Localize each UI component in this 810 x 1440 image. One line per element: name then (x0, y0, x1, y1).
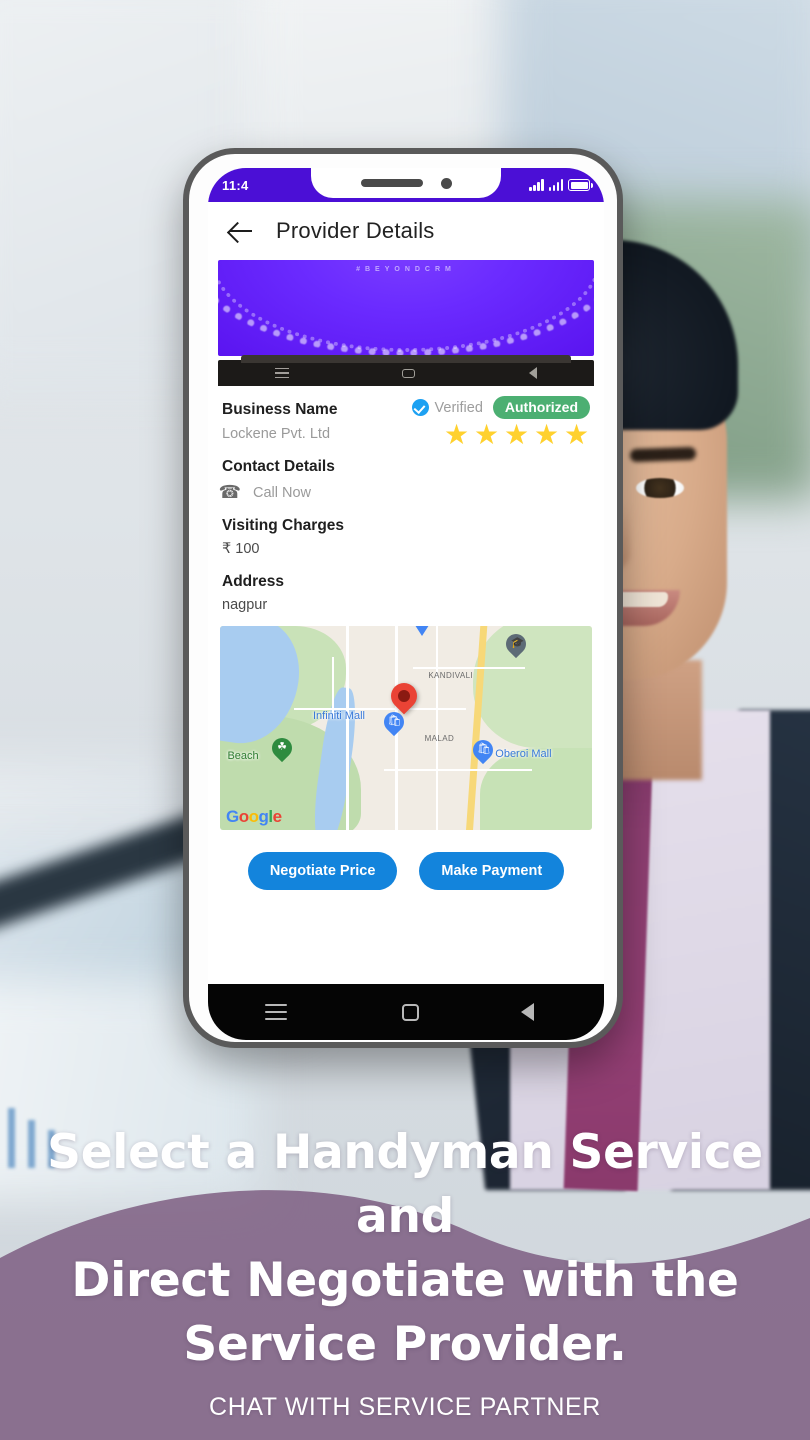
map-area-label: MALAD (424, 734, 455, 744)
map-road (331, 656, 334, 718)
star-icon: ★ (504, 419, 530, 450)
phone-mockup: 11:4 Provider Details #BEYONDCRM Busines… (183, 148, 623, 1048)
map-road (383, 768, 533, 771)
map-park-label: Beach (227, 750, 259, 763)
phone-notch (311, 168, 501, 198)
map-road (346, 626, 350, 830)
eye (636, 478, 684, 498)
home-square-icon[interactable] (401, 1003, 419, 1021)
map-poi-label: Infiniti Mall (313, 709, 365, 722)
google-logo: Google (226, 807, 282, 826)
action-buttons: Negotiate Price Make Payment (208, 830, 604, 906)
contact-details-label: Contact Details (222, 458, 335, 475)
status-bar-indicators (529, 179, 593, 191)
front-camera (440, 177, 452, 189)
phone-icon: ☎ (218, 482, 241, 502)
verified-check-icon (411, 399, 429, 416)
phone-screen: 11:4 Provider Details #BEYONDCRM Busines… (208, 168, 604, 1040)
eyebrow (629, 446, 697, 463)
status-bar: 11:4 (208, 168, 604, 202)
make-payment-button[interactable]: Make Payment (419, 852, 565, 890)
business-value-row: Lockene Pvt. Ltd ★ ★ ★ ★ ★ (222, 419, 590, 450)
app-bar: Provider Details (208, 202, 604, 260)
park-icon: ☘ (277, 741, 288, 754)
map-road (413, 666, 526, 669)
earpiece-speaker (360, 179, 423, 187)
graduation-cap-icon: 🎓 (510, 637, 525, 650)
map-poi-label: Oberoi Mall (495, 748, 552, 761)
mall-icon: 🛍 (476, 743, 491, 756)
map-green-area (480, 748, 592, 830)
rating-stars: ★ ★ ★ ★ ★ (444, 419, 590, 450)
caption-block: Select a Handyman Service and Direct Neg… (0, 1121, 810, 1440)
verified-badge: Verified (411, 399, 483, 416)
caption-line-1: Select a Handyman Service and (47, 1125, 763, 1245)
signal-bars-icon-2 (548, 179, 563, 191)
inner-back-icon (529, 367, 538, 379)
back-arrow-icon[interactable] (228, 218, 254, 244)
map-school-pin: 🎓 (502, 630, 531, 660)
provider-details-section: Business Name Verified Authorized Locken… (208, 386, 604, 620)
map-park-pin: ☘ (267, 734, 297, 764)
call-now-label: Call Now (253, 484, 312, 501)
map-road (435, 626, 438, 830)
address-label: Address (222, 573, 285, 590)
business-name-label: Business Name (222, 401, 338, 418)
map-mall-pin: 🛍 (379, 707, 408, 738)
address-value: nagpur (222, 597, 268, 613)
star-icon: ★ (444, 419, 470, 450)
map-area-label: KANDIVALI (428, 670, 474, 680)
map-green-area (472, 626, 592, 749)
caption-line-2: Direct Negotiate with the (71, 1253, 739, 1309)
signal-bars-icon (529, 179, 544, 191)
provider-banner-image: #BEYONDCRM (218, 260, 594, 356)
visiting-charges-label: Visiting Charges (222, 517, 345, 534)
call-now-row[interactable]: ☎ Call Now (218, 480, 590, 508)
back-triangle-icon[interactable] (520, 1003, 547, 1021)
verified-label: Verified (434, 399, 483, 416)
location-map[interactable]: KANDIVALI MALAD Infiniti Mall Oberoi Mal… (220, 626, 592, 830)
banner-arc-decoration-2 (218, 260, 594, 353)
android-nav-bar (208, 984, 604, 1040)
inner-home-icon (402, 368, 416, 378)
provider-banner-wrapper: #BEYONDCRM (208, 260, 604, 386)
status-bar-time: 11:4 (222, 177, 249, 193)
map-mall-pin-2: 🛍 (468, 736, 498, 766)
visiting-charges-value: ₹ 100 (222, 541, 260, 557)
business-name-value: Lockene Pvt. Ltd (222, 425, 331, 442)
map-wrapper: KANDIVALI MALAD Infiniti Mall Oberoi Mal… (208, 620, 604, 830)
star-icon: ★ (534, 419, 560, 450)
caption-line-3: Service Provider. (183, 1317, 627, 1373)
authorized-badge: Authorized (492, 396, 590, 419)
caption-subtitle: CHAT WITH SERVICE PARTNER (209, 1393, 601, 1421)
banner-inner-device-navbar (218, 355, 594, 386)
page-title: Provider Details (276, 218, 435, 243)
banner-hashtag: #BEYONDCRM (356, 266, 456, 273)
mall-icon: 🛍 (387, 714, 402, 727)
menu-icon[interactable] (265, 1003, 288, 1021)
star-icon: ★ (564, 419, 590, 450)
map-blue-marker (413, 626, 432, 636)
negotiate-price-button[interactable]: Negotiate Price (247, 852, 398, 890)
inner-menu-icon (274, 367, 289, 379)
star-icon: ★ (474, 419, 500, 450)
battery-icon (568, 179, 593, 191)
